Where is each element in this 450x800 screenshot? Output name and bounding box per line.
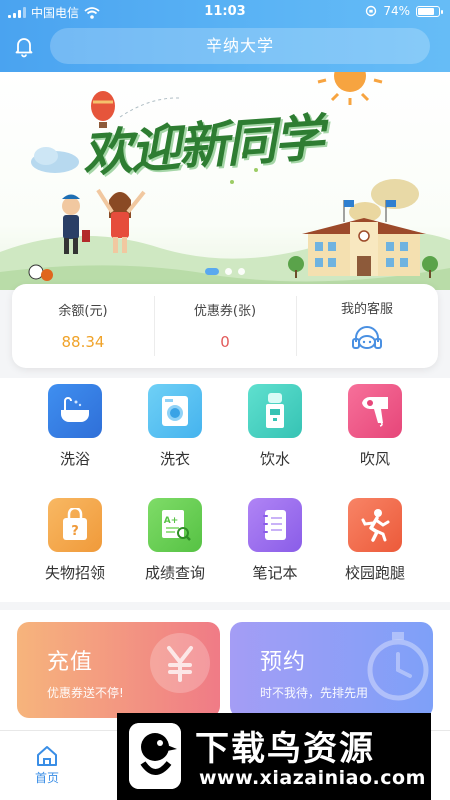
washing-machine-icon [148,384,202,438]
balance-label: 余额(元) [58,304,108,319]
service-label: 成绩查询 [144,564,205,582]
balance-cell[interactable]: 余额(元) 88.34 [12,284,154,368]
battery-icon [416,5,443,17]
service-label: 失物招领 [44,564,105,582]
promo-section: 充值 优惠券送不停! 预约 时不我待，先排先用 [0,610,450,730]
service-label: 笔记本 [252,564,298,582]
notebook-icon [248,498,302,552]
service-label: 洗衣 [159,450,190,468]
water-dispenser-icon [248,384,302,438]
hair-dryer-icon [348,384,402,438]
grade-query-icon: A+ [148,498,202,552]
carousel-indicator[interactable] [0,268,450,275]
bell-icon[interactable] [12,34,36,58]
balance-value: 88.34 [61,333,105,351]
svg-text:?: ? [71,524,79,539]
service-label: 洗浴 [59,450,90,468]
watermark-url: www.xiazainiao.com [199,767,426,789]
booking-card[interactable]: 预约 时不我待，先排先用 [230,622,433,718]
service-lost-found[interactable]: ? 失物招领 [25,498,125,583]
watermark-brand: 下载鸟资源 [195,729,375,769]
recharge-subtitle: 优惠券送不停! [47,686,124,700]
service-label: 校园跑腿 [344,564,405,582]
nav-home-label: 首页 [34,771,59,785]
orientation-lock-icon [366,5,377,17]
service-grid: 洗浴 洗衣 饮水 吹风 ? 失物招领 A+ 成绩查询 笔记本 校园跑腿 [0,378,450,602]
service-grade-query[interactable]: A+ 成绩查询 [125,498,225,583]
nav-home[interactable]: 首页 [22,745,72,786]
service-hair-dryer[interactable]: 吹风 [325,384,425,469]
watermark: 下载鸟资源 www.xiazainiao.com [117,713,431,800]
bathtub-icon [48,384,102,438]
school-selector[interactable]: 辛纳大学 [50,28,430,64]
coupon-cell[interactable]: 优惠券(张) 0 [154,284,296,368]
school-name: 辛纳大学 [205,36,274,55]
headset-icon [352,326,382,349]
carousel-dot-active[interactable] [205,268,219,275]
service-campus-errand[interactable]: 校园跑腿 [325,498,425,583]
coupon-label: 优惠券(张) [193,304,257,319]
lost-found-icon: ? [48,498,102,552]
bird-logo-icon [129,723,181,789]
status-bar: 中国电信 11:03 74% [0,0,450,24]
header-bar: 中国电信 11:03 74% 辛纳大学 [0,0,450,72]
customer-service-label: 我的客服 [340,302,393,317]
customer-service-cell[interactable]: 我的客服 [296,284,438,368]
carousel-dot[interactable] [238,268,245,275]
service-notebook[interactable]: 笔记本 [225,498,325,583]
status-right: 74% [365,4,443,18]
yen-coin-icon [150,633,210,693]
coupon-value: 0 [220,333,230,351]
svg-text:A+: A+ [164,516,179,526]
home-icon [37,746,57,766]
carousel-dot[interactable] [225,268,232,275]
service-label: 吹风 [359,450,390,468]
service-laundry[interactable]: 洗衣 [125,384,225,469]
battery-percent: 74% [383,4,410,18]
booking-subtitle: 时不我待，先排先用 [260,686,369,700]
recharge-title: 充值 [47,650,94,675]
service-bath[interactable]: 洗浴 [25,384,125,469]
account-summary-card: 余额(元) 88.34 优惠券(张) 0 我的客服 [12,284,438,368]
service-label: 饮水 [259,450,290,468]
booking-title: 预约 [260,650,307,675]
stopwatch-icon [367,632,429,701]
recharge-card[interactable]: 充值 优惠券送不停! [17,622,220,718]
welcome-banner[interactable]: 欢迎新同学 [0,72,450,290]
service-water[interactable]: 饮水 [225,384,325,469]
runner-icon [348,498,402,552]
